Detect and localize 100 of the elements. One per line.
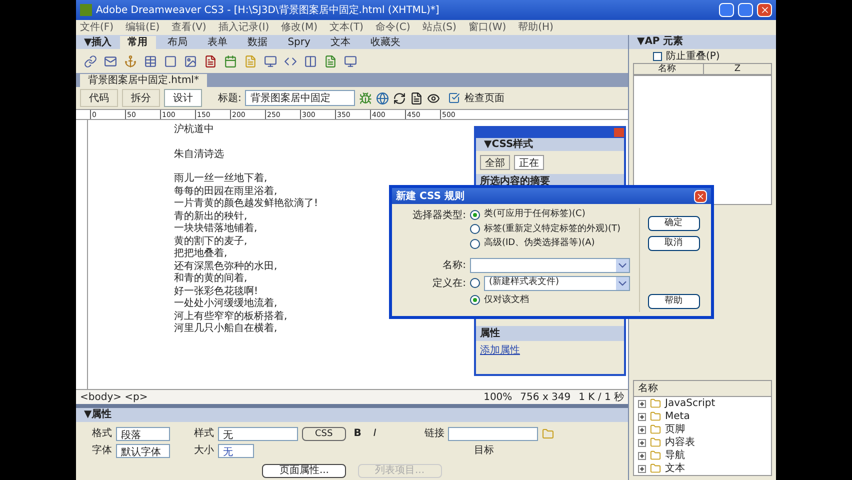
panel-title[interactable]: ▼AP 元素 (629, 35, 776, 49)
poem-line: 一处处小河缓缓地流着, (174, 298, 278, 310)
expand-icon[interactable] (638, 400, 646, 408)
menu-item[interactable]: 插入记录(I) (218, 20, 270, 35)
size-select[interactable]: 无 (218, 444, 254, 458)
window-size[interactable]: 756 x 349 (520, 390, 571, 404)
zoom-value[interactable]: 100% (484, 390, 512, 404)
radio-label: 标签(重新定义特定标签的外观)(T) (484, 222, 621, 236)
download-speed: 1 K / 1 秒 (578, 390, 624, 404)
style-label: 样式 (194, 426, 214, 441)
menu-item[interactable]: 修改(M) (281, 20, 318, 35)
app-icon (80, 4, 92, 16)
date-icon[interactable] (224, 54, 237, 68)
checkbox-icon[interactable] (448, 92, 460, 104)
maximize-button[interactable] (738, 3, 753, 17)
insert-tab[interactable]: 数据 (240, 36, 276, 48)
insert-tab[interactable]: Spry (280, 36, 318, 48)
minimize-button[interactable] (719, 3, 734, 17)
insert-tab[interactable]: 文本 (322, 36, 358, 48)
tag-selector[interactable]: <body> <p> (80, 390, 476, 404)
folder-icon (650, 437, 661, 448)
panel-title[interactable]: ▼插入 (84, 34, 112, 50)
radio-label: 仅对该文档 (484, 294, 529, 306)
table-header: Z (733, 64, 742, 74)
italic-button[interactable]: I (369, 426, 380, 441)
view-button[interactable]: 拆分 (122, 89, 160, 107)
insert-tab[interactable]: 表单 (200, 36, 236, 48)
globe-icon[interactable] (376, 92, 390, 104)
font-select[interactable]: 默认字体 (116, 444, 170, 458)
snippet-folder[interactable]: 页脚 (634, 423, 771, 436)
table-icon[interactable] (144, 54, 157, 68)
stylesheet-select[interactable]: (新建样式表文件) (484, 276, 630, 290)
expand-icon[interactable] (638, 438, 646, 446)
refresh-icon[interactable] (393, 92, 406, 104)
document-icon[interactable] (410, 92, 424, 104)
format-select[interactable]: 段落 (116, 426, 170, 440)
expand-icon[interactable] (638, 426, 646, 434)
css-tab[interactable]: 正在 (514, 155, 544, 170)
selector-type-label: 选择器类型: (412, 208, 466, 223)
link-field[interactable] (448, 426, 538, 440)
view-button[interactable]: 设计 (164, 89, 202, 107)
menu-item[interactable]: 编辑(E) (126, 20, 160, 35)
document-tab[interactable]: 背景图案居中固定.html* (80, 74, 207, 87)
poem-line: 河上有些窄窄的板桥搭着, (174, 310, 288, 322)
menu-item[interactable]: 文件(F) (80, 20, 114, 35)
window-title: Adobe Dreamweaver CS3 - [H:\SJ3D\背景图案居中固定.html (XHTML)*] (96, 4, 440, 18)
poem-line: 黄的割下的麦子, (174, 236, 248, 248)
close-icon[interactable] (760, 5, 770, 15)
css-tab[interactable]: 全部 (480, 155, 510, 170)
panel-title[interactable]: ▼CSS样式 (476, 138, 624, 151)
anchor-icon[interactable] (124, 54, 137, 68)
link-icon[interactable] (84, 54, 97, 68)
bug-icon[interactable] (359, 92, 372, 104)
close-button[interactable] (757, 3, 772, 17)
bold-button[interactable]: B (350, 426, 366, 441)
insert-tab[interactable]: 收藏夹 (362, 36, 408, 48)
expand-icon[interactable] (638, 464, 646, 472)
dialog-button[interactable]: 取消 (648, 236, 700, 251)
radio-button[interactable] (470, 278, 480, 288)
page-properties-button[interactable]: 页面属性... (262, 464, 346, 478)
radio-button[interactable] (470, 238, 480, 249)
dialog-button[interactable]: 帮助 (648, 294, 700, 309)
css-button[interactable]: CSS (302, 426, 346, 440)
view-button[interactable]: 代码 (80, 89, 118, 107)
expand-icon[interactable] (638, 452, 646, 460)
menu-item[interactable]: 文本(T) (330, 20, 364, 35)
expand-icon[interactable] (638, 412, 646, 420)
name-field[interactable] (470, 258, 630, 272)
folder-icon (650, 450, 661, 461)
snippet-folder[interactable]: 内容表 (634, 436, 771, 449)
mail-icon[interactable] (104, 54, 117, 68)
radio-button[interactable] (470, 224, 480, 234)
menu-item[interactable]: 帮助(H) (518, 20, 554, 35)
image-icon[interactable] (184, 54, 197, 68)
snippet-folder[interactable]: Meta (634, 410, 771, 423)
poem-line: 和青的黄的间着, (174, 273, 248, 286)
snippet-folder[interactable]: 文本 (634, 462, 771, 475)
add-property-link[interactable]: 添加属性 (476, 343, 624, 358)
checkbox[interactable] (653, 52, 662, 60)
panel-title[interactable]: ▼属性 (76, 408, 628, 422)
snippet-folder[interactable]: 导航 (634, 449, 771, 462)
radio-button[interactable] (470, 210, 480, 220)
snippet-folder[interactable]: JavaScript (634, 397, 771, 410)
poem-line: 好一张彩色花毯啊! (174, 286, 258, 298)
poem-line: 一片青黄的颜色越发鲜艳欲滴了! (174, 198, 318, 210)
table-header: 名称 (634, 64, 704, 74)
radio-button[interactable] (470, 295, 480, 306)
title-field[interactable]: 背景图案居中固定 (245, 90, 356, 106)
menu-item[interactable]: 查看(V) (172, 20, 206, 35)
menu-item[interactable]: 命令(C) (375, 20, 410, 35)
insert-tab[interactable]: 常用 (120, 36, 156, 48)
poem-line: 一块块错落地铺着, (174, 223, 258, 236)
style-select[interactable]: 无 (218, 426, 298, 440)
insert-tab[interactable]: 布局 (160, 36, 196, 48)
menu-item[interactable]: 窗口(W) (468, 20, 506, 35)
section-header: 属性 (476, 326, 624, 341)
check-page-button[interactable]: 检查页面 (444, 90, 508, 106)
menu-item[interactable]: 站点(S) (422, 20, 456, 35)
link-label: 链接 (424, 426, 444, 441)
dialog-button[interactable]: 确定 (648, 216, 700, 231)
